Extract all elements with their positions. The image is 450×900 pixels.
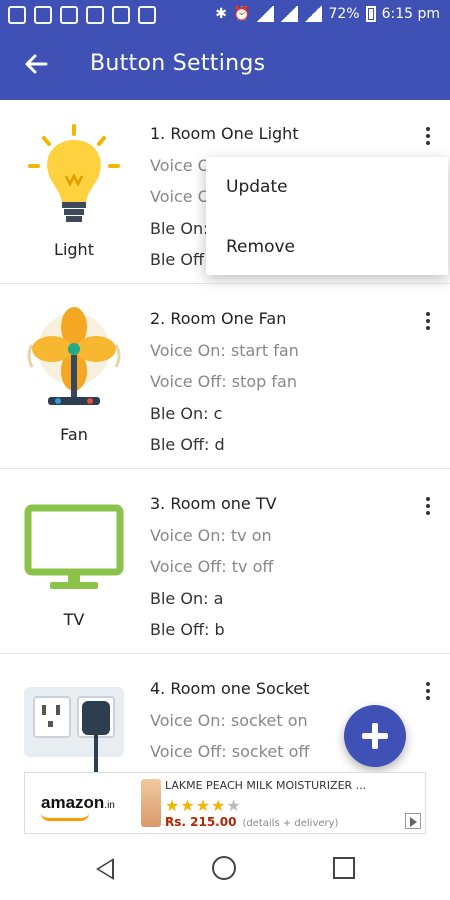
system-status: ✱ ⏰ 72% 6:15 pm [215,6,440,22]
more-options-icon[interactable] [416,490,440,522]
ad-banner[interactable]: amazon.in LAKME PEACH MILK MOISTURIZER .… [24,772,426,834]
image-icon [34,6,52,24]
message-icon [8,6,26,24]
voice-on-text: Voice On: socket on [150,710,308,730]
add-button-fab[interactable] [344,705,406,767]
light-bulb-icon [28,124,120,222]
call-icon [112,6,130,24]
notification-icons [8,6,156,24]
signal-icon [280,6,299,22]
ad-content: LAKME PEACH MILK MOISTURIZER ... ★★★★★ R… [165,779,415,829]
amazon-smile-icon [41,813,89,821]
page-title: Button Settings [90,51,266,76]
rating-stars: ★★★★★ [165,796,242,815]
button-title: 1. Room One Light [150,124,299,143]
battery-percent: 72% [328,6,360,22]
bluetooth-icon: ✱ [215,6,228,22]
more-options-icon[interactable] [416,305,440,337]
clock: 6:15 pm [381,6,440,22]
voice-off-text: Voice Off: tv off [150,557,274,576]
ad-price: Rs. 215.00 (details + delivery) [165,815,339,829]
icon-label: Light [54,240,94,259]
more-options-icon[interactable] [416,120,440,152]
button-details: 3. Room one TV Voice On: tv on Voice Off… [150,494,277,652]
button-title: 2. Room One Fan [150,309,287,328]
more-options-icon[interactable] [416,675,440,707]
alarm-icon: ⏰ [233,6,251,22]
ble-on-text: Ble On: c [150,403,223,423]
nav-home-icon[interactable] [212,856,236,880]
button-title: 4. Room one Socket [150,679,310,698]
product-image [141,779,161,827]
ad-choices-icon[interactable] [405,813,421,829]
ad-product-title: LAKME PEACH MILK MOISTURIZER ... [165,779,367,792]
button-details: 2. Room One Fan Voice On: start fan Voic… [150,309,299,467]
tv-icon [24,504,124,589]
socket-icon [24,687,124,781]
nav-back-icon[interactable] [96,858,114,880]
gallery-icon [86,6,104,24]
system-nav-bar [0,836,450,900]
android-icon [138,6,156,24]
fan-icon [27,307,121,405]
battery-icon [365,6,376,22]
voice-off-text: Voice Off: socket off [150,742,310,761]
button-card-fan[interactable]: Fan 2. Room One Fan Voice On: start fan … [0,285,450,469]
voice-off-text: Voice Off: stop fan [150,372,297,391]
menu-item-update[interactable]: Update [226,177,288,197]
back-arrow-icon[interactable] [22,50,50,78]
button-title: 3. Room one TV [150,494,277,513]
button-card-tv[interactable]: TV 3. Room one TV Voice On: tv on Voice … [0,470,450,654]
nav-recents-icon[interactable] [333,857,355,879]
app-toolbar: Button Settings [0,32,450,100]
ble-on-text: Ble On: a [150,588,224,608]
ble-off-text: Ble Off: b [150,620,225,639]
icon-label: TV [63,610,85,629]
overflow-popup-menu: Update Remove [206,157,448,275]
button-details: 4. Room one Socket Voice On: socket on V… [150,679,309,774]
voice-on-text: Voice On: start fan [150,340,299,360]
signal-icon-2 [304,6,323,22]
amazon-logo: amazon.in [41,793,115,812]
menu-item-remove[interactable]: Remove [226,237,295,257]
usb-icon [60,6,78,24]
ble-off-text: Ble Off: d [150,435,225,454]
wifi-icon [256,6,275,22]
icon-label: Fan [60,425,88,444]
voice-on-text: Voice On: tv on [150,525,272,545]
status-bar: ✱ ⏰ 72% 6:15 pm [0,0,450,32]
